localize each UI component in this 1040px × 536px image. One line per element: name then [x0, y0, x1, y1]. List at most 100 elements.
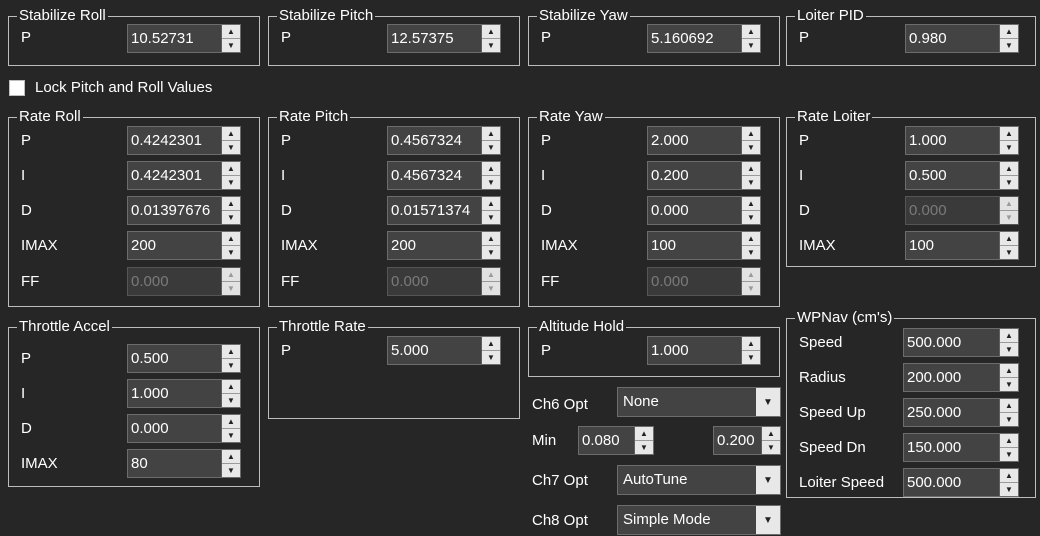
up-arrow-icon[interactable]: ▲ [222, 127, 240, 141]
down-arrow-icon[interactable]: ▼ [1000, 483, 1018, 496]
wpnav-loiter-speed-input[interactable]: 500.000 ▲ ▼ [903, 468, 1019, 497]
wpnav-radius-input[interactable]: 200.000 ▲ ▼ [903, 363, 1019, 392]
throttle-accel-imax-input[interactable]: 80 ▲ ▼ [127, 449, 241, 478]
down-arrow-icon[interactable]: ▼ [482, 351, 500, 364]
up-arrow-icon[interactable]: ▲ [482, 337, 500, 351]
down-arrow-icon[interactable]: ▼ [222, 464, 240, 477]
throttle-accel-i-input[interactable]: 1.000 ▲ ▼ [127, 379, 241, 408]
alt-hold-p-input[interactable]: 1.000 ▲ ▼ [647, 336, 761, 365]
wpnav-speed-dn-input[interactable]: 150.000 ▲ ▼ [903, 433, 1019, 462]
rate-loiter-imax-input[interactable]: 100 ▲ ▼ [905, 231, 1019, 260]
up-arrow-icon[interactable]: ▲ [222, 380, 240, 394]
up-arrow-icon[interactable]: ▲ [222, 345, 240, 359]
up-arrow-icon[interactable]: ▲ [635, 427, 653, 441]
ch6-opt-select[interactable]: None ▼ [617, 387, 781, 417]
down-arrow-icon[interactable]: ▼ [742, 246, 760, 259]
dropdown-arrow-icon[interactable]: ▼ [756, 388, 780, 416]
up-arrow-icon[interactable]: ▲ [222, 450, 240, 464]
up-arrow-icon[interactable]: ▲ [1000, 399, 1018, 413]
rate-roll-imax-input[interactable]: 200 ▲ ▼ [127, 231, 241, 260]
down-arrow-icon[interactable]: ▼ [742, 39, 760, 52]
rate-pitch-imax-input[interactable]: 200 ▲ ▼ [387, 231, 501, 260]
rate-roll-p-input[interactable]: 0.4242301 ▲ ▼ [127, 126, 241, 155]
up-arrow-icon[interactable]: ▲ [222, 25, 240, 39]
up-arrow-icon[interactable]: ▲ [1000, 162, 1018, 176]
down-arrow-icon[interactable]: ▼ [222, 394, 240, 407]
down-arrow-icon[interactable]: ▼ [1000, 448, 1018, 461]
rate-roll-d-input[interactable]: 0.01397676 ▲ ▼ [127, 196, 241, 225]
down-arrow-icon[interactable]: ▼ [762, 441, 780, 454]
dropdown-arrow-icon[interactable]: ▼ [756, 466, 780, 494]
down-arrow-icon[interactable]: ▼ [742, 176, 760, 189]
up-arrow-icon[interactable]: ▲ [1000, 25, 1018, 39]
stab-pitch-p-input[interactable]: 12.57375 ▲ ▼ [387, 24, 501, 53]
down-arrow-icon[interactable]: ▼ [1000, 413, 1018, 426]
down-arrow-icon[interactable]: ▼ [222, 141, 240, 154]
ch6-min-input[interactable]: 0.080 ▲ ▼ [578, 426, 654, 455]
rate-roll-i-input[interactable]: 0.4242301 ▲ ▼ [127, 161, 241, 190]
ch7-opt-select[interactable]: AutoTune ▼ [617, 465, 781, 495]
up-arrow-icon[interactable]: ▲ [482, 25, 500, 39]
down-arrow-icon[interactable]: ▼ [482, 246, 500, 259]
down-arrow-icon[interactable]: ▼ [222, 246, 240, 259]
up-arrow-icon[interactable]: ▲ [482, 162, 500, 176]
up-arrow-icon[interactable]: ▲ [1000, 364, 1018, 378]
up-arrow-icon[interactable]: ▲ [742, 25, 760, 39]
down-arrow-icon[interactable]: ▼ [222, 176, 240, 189]
down-arrow-icon[interactable]: ▼ [1000, 39, 1018, 52]
up-arrow-icon[interactable]: ▲ [482, 232, 500, 246]
up-arrow-icon[interactable]: ▲ [742, 127, 760, 141]
wpnav-speed-up-input[interactable]: 250.000 ▲ ▼ [903, 398, 1019, 427]
wpnav-speed-input[interactable]: 500.000 ▲ ▼ [903, 328, 1019, 357]
throttle-rate-p-input[interactable]: 5.000 ▲ ▼ [387, 336, 501, 365]
rate-pitch-p-input[interactable]: 0.4567324 ▲ ▼ [387, 126, 501, 155]
down-arrow-icon[interactable]: ▼ [1000, 343, 1018, 356]
rate-pitch-i-input[interactable]: 0.4567324 ▲ ▼ [387, 161, 501, 190]
up-arrow-icon[interactable]: ▲ [222, 415, 240, 429]
down-arrow-icon[interactable]: ▼ [222, 39, 240, 52]
rate-loiter-i-input[interactable]: 0.500 ▲ ▼ [905, 161, 1019, 190]
dropdown-arrow-icon[interactable]: ▼ [756, 506, 780, 534]
down-arrow-icon[interactable]: ▼ [482, 211, 500, 224]
rate-loiter-p-input[interactable]: 1.000 ▲ ▼ [905, 126, 1019, 155]
down-arrow-icon[interactable]: ▼ [1000, 176, 1018, 189]
ch6-max-input[interactable]: 0.200 ▲ ▼ [713, 426, 781, 455]
up-arrow-icon[interactable]: ▲ [1000, 469, 1018, 483]
up-arrow-icon[interactable]: ▲ [742, 232, 760, 246]
down-arrow-icon[interactable]: ▼ [635, 441, 653, 454]
stab-yaw-p-input[interactable]: 5.160692 ▲ ▼ [647, 24, 761, 53]
throttle-accel-p-input[interactable]: 0.500 ▲ ▼ [127, 344, 241, 373]
stab-roll-p-input[interactable]: 10.52731 ▲ ▼ [127, 24, 241, 53]
up-arrow-icon[interactable]: ▲ [1000, 232, 1018, 246]
up-arrow-icon[interactable]: ▲ [222, 197, 240, 211]
up-arrow-icon[interactable]: ▲ [222, 162, 240, 176]
down-arrow-icon[interactable]: ▼ [742, 141, 760, 154]
rate-yaw-d-input[interactable]: 0.000 ▲ ▼ [647, 196, 761, 225]
lock-pitch-roll-checkbox[interactable] [9, 80, 25, 96]
down-arrow-icon[interactable]: ▼ [222, 429, 240, 442]
up-arrow-icon[interactable]: ▲ [482, 127, 500, 141]
down-arrow-icon[interactable]: ▼ [482, 176, 500, 189]
down-arrow-icon[interactable]: ▼ [222, 359, 240, 372]
rate-pitch-d-input[interactable]: 0.01571374 ▲ ▼ [387, 196, 501, 225]
down-arrow-icon[interactable]: ▼ [482, 39, 500, 52]
up-arrow-icon[interactable]: ▲ [1000, 329, 1018, 343]
up-arrow-icon[interactable]: ▲ [482, 197, 500, 211]
up-arrow-icon[interactable]: ▲ [742, 162, 760, 176]
down-arrow-icon[interactable]: ▼ [742, 211, 760, 224]
up-arrow-icon[interactable]: ▲ [1000, 434, 1018, 448]
rate-yaw-p-input[interactable]: 2.000 ▲ ▼ [647, 126, 761, 155]
down-arrow-icon[interactable]: ▼ [742, 351, 760, 364]
loiter-pid-p-input[interactable]: 0.980 ▲ ▼ [905, 24, 1019, 53]
throttle-accel-d-input[interactable]: 0.000 ▲ ▼ [127, 414, 241, 443]
rate-yaw-i-input[interactable]: 0.200 ▲ ▼ [647, 161, 761, 190]
down-arrow-icon[interactable]: ▼ [482, 141, 500, 154]
up-arrow-icon[interactable]: ▲ [742, 197, 760, 211]
down-arrow-icon[interactable]: ▼ [1000, 246, 1018, 259]
up-arrow-icon[interactable]: ▲ [742, 337, 760, 351]
down-arrow-icon[interactable]: ▼ [1000, 378, 1018, 391]
up-arrow-icon[interactable]: ▲ [222, 232, 240, 246]
up-arrow-icon[interactable]: ▲ [762, 427, 780, 441]
ch8-opt-select[interactable]: Simple Mode ▼ [617, 505, 781, 535]
down-arrow-icon[interactable]: ▼ [1000, 141, 1018, 154]
